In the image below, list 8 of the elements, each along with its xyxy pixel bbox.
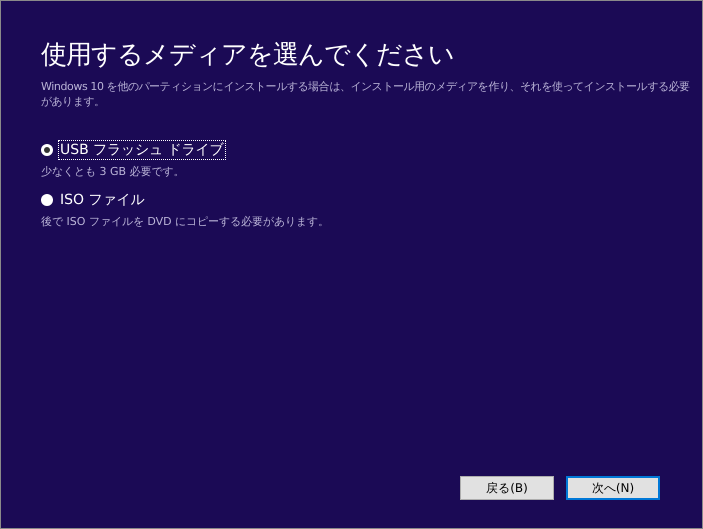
radio-option[interactable]: ISO ファイル bbox=[41, 191, 146, 209]
radio-option[interactable]: USB フラッシュ ドライブ bbox=[41, 141, 225, 159]
dialog-button[interactable]: 次へ(N) bbox=[566, 476, 660, 500]
dialog-button[interactable]: 戻る(B) bbox=[460, 476, 554, 500]
option-note: 少なくとも 3 GB 必要です。 bbox=[41, 164, 186, 179]
option-note: 後で ISO ファイルを DVD にコピーする必要があります。 bbox=[41, 214, 330, 229]
description: Windows 10 を他のパーティションにインストールする場合は、インストール用のメディアを作り、それを使ってインストールする必要があります。 bbox=[41, 79, 691, 109]
page-title: 使用するメディアを選んでください bbox=[41, 39, 455, 72]
